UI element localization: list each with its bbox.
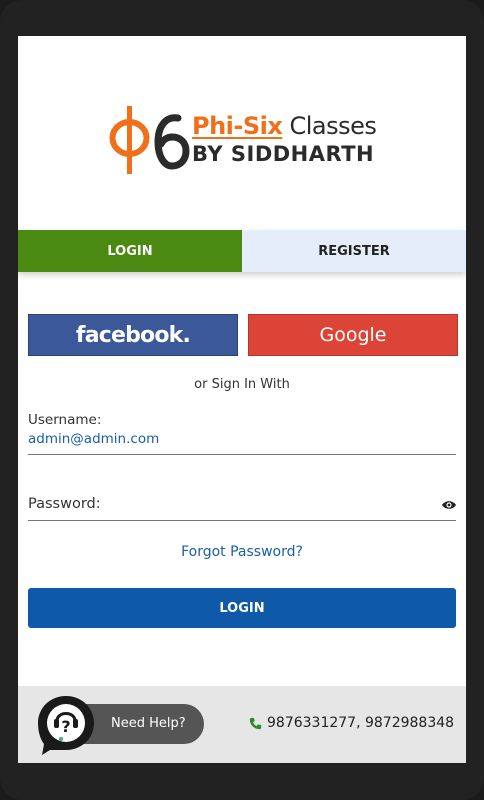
password-label: Password: [28, 496, 101, 512]
or-sign-in-text: or Sign In With [194, 377, 290, 392]
facebook-login-button[interactable]: facebook. [28, 314, 238, 356]
brand-classes: Classes [289, 112, 377, 140]
tab-login[interactable]: LOGIN [18, 230, 242, 272]
tab-register[interactable]: REGISTER [242, 230, 466, 272]
eye-icon[interactable] [441, 499, 457, 511]
phi-six-logo-mark [109, 106, 190, 174]
svg-text:?: ? [61, 717, 70, 736]
google-label: Google [319, 324, 387, 346]
forgot-password-link[interactable]: Forgot Password? [18, 544, 466, 560]
auth-tabs: LOGIN REGISTER [18, 230, 466, 272]
app-screen: Phi-Six Classes BY SIDDHARTH LOGIN REGIS… [18, 36, 466, 763]
login-submit-button[interactable]: LOGIN [28, 588, 456, 628]
footer-bar: Need Help? ? 9876331277, 9872988348 [18, 686, 466, 763]
password-field[interactable] [28, 520, 456, 521]
phone-numbers[interactable]: 9876331277, 9872988348 [267, 715, 454, 731]
brand-name-rest: Classes [282, 112, 377, 140]
question-bubble-icon[interactable]: ? [36, 694, 96, 756]
facebook-label: facebook. [75, 322, 191, 348]
brand-name: Phi-Six Classes [192, 112, 377, 140]
google-login-button[interactable]: Google [248, 314, 458, 356]
brand-logo: Phi-Six Classes BY SIDDHARTH [106, 104, 386, 176]
username-field[interactable]: admin@admin.com [28, 431, 159, 447]
phone-icon [249, 717, 262, 730]
brand-tagline: BY SIDDHARTH [192, 142, 375, 166]
username-label: Username: [28, 412, 102, 428]
need-help-label: Need Help? [111, 716, 186, 731]
username-underline [28, 454, 456, 455]
brand-name-accent: Phi-Six [192, 112, 283, 140]
